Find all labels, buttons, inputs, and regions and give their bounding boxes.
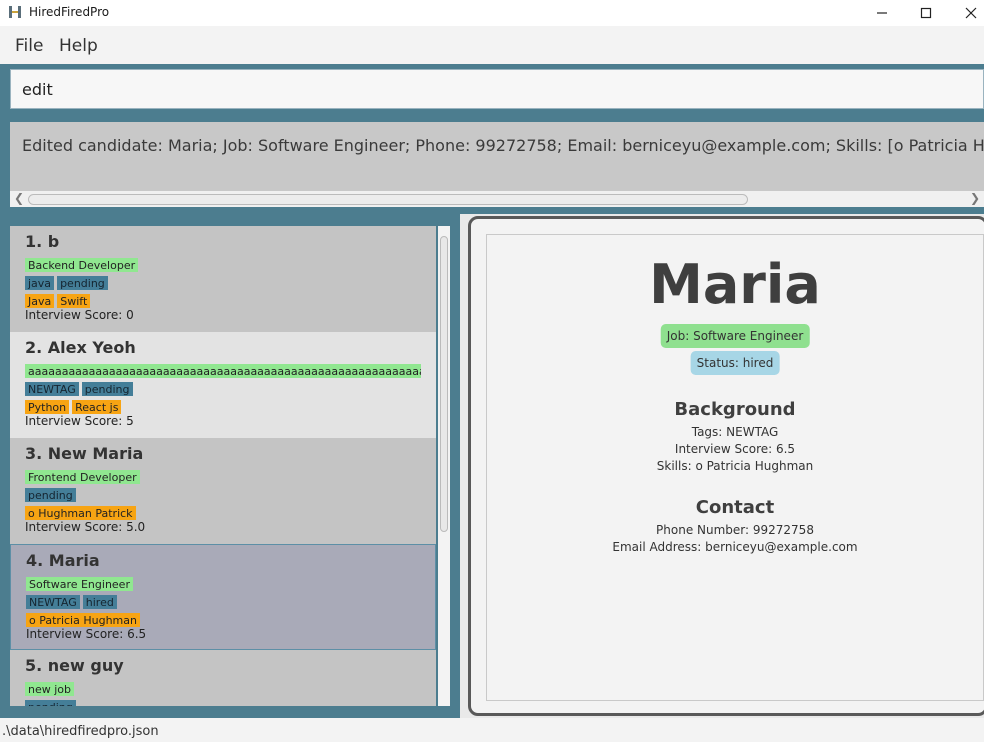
candidate-card-selected[interactable]: 4. Maria Software Engineer NEWTAG hired o… [10,544,436,650]
status-tag: hired [82,595,117,609]
detail-card: Maria Job: Software Engineer Status: hir… [486,234,984,701]
interview-score: Interview Score: 0 [25,308,134,322]
result-horizontal-scrollbar[interactable]: ❮ ❯ [10,191,984,207]
candidate-card[interactable]: 1. b Backend Developer java pending Java S… [10,226,436,332]
detail-tags: Tags: NEWTAG [691,425,779,439]
status-tag: java [25,276,55,290]
menu-help[interactable]: Help [59,36,98,56]
background-heading: Background [674,399,796,420]
skill-tag: Swift [57,294,91,308]
menu-file[interactable]: File [15,36,43,56]
menu-bar: File Help [0,26,984,64]
command-input-value: edit [22,80,53,99]
detail-score: Interview Score: 6.5 [674,442,796,456]
result-display: Edited candidate: Maria; Job: Software E… [10,122,984,207]
status-tag: pending [25,700,76,706]
status-tag: NEWTAG [25,382,79,396]
detail-job-badge: Job: Software Engineer [660,324,810,348]
status-tag: pending [57,276,108,290]
list-scroll-thumb[interactable] [440,236,448,532]
job-tag: Frontend Developer [25,470,140,484]
job-tag: Software Engineer [26,577,133,591]
skill-tag: Java [25,294,55,308]
candidate-card[interactable]: 2. Alex Yeoh aaaaaaaaaaaaaaaaaaaaaaaaaaa… [10,332,436,438]
app-logo-icon [9,6,21,18]
window-title: HiredFiredPro [29,5,110,19]
candidate-name: 4. Maria [26,551,100,570]
maximize-icon [920,7,932,19]
scroll-right-icon[interactable]: ❯ [970,191,980,205]
result-panel: Edited candidate: Maria; Job: Software E… [0,116,984,214]
title-bar: HiredFiredPro [0,0,984,26]
detail-email: Email Address: berniceyu@example.com [612,540,858,554]
skill-tag: o Patricia Hughman [26,613,140,627]
candidate-name: 3. New Maria [25,444,144,463]
list-vertical-scrollbar[interactable] [438,226,450,706]
detail-panel: Maria Job: Software Engineer Status: hir… [460,214,984,718]
job-tag: new job [25,682,75,696]
candidate-list[interactable]: 1. b Backend Developer java pending Java S… [10,226,436,706]
result-scroll-thumb[interactable] [28,194,748,205]
contact-heading: Contact [695,497,775,518]
skill-tag: React js [72,400,122,414]
skill-tag: o Hughman Patrick [25,506,136,520]
detail-status-badge: Status: hired [690,351,780,375]
command-panel: edit [0,64,984,116]
detail-phone: Phone Number: 99272758 [656,523,814,537]
detail-skills: Skills: o Patricia Hughman [656,459,814,473]
status-bar: .\data\hiredfiredpro.json [0,718,984,742]
minimize-icon [877,12,887,14]
interview-score: Interview Score: 6.5 [26,627,147,641]
status-tag: pending [81,382,133,396]
detail-card-frame: Maria Job: Software Engineer Status: hir… [468,216,984,716]
candidate-card[interactable]: 3. New Maria Frontend Developer pending … [10,438,436,544]
save-file-path: .\data\hiredfiredpro.json [2,724,159,739]
interview-score: Interview Score: 5 [25,414,134,428]
scroll-left-icon[interactable]: ❮ [14,191,24,205]
candidate-name: 5. new guy [25,656,124,675]
close-icon [965,7,977,19]
status-tag: NEWTAG [26,595,80,609]
command-input[interactable]: edit [10,69,984,109]
interview-score: Interview Score: 5.0 [25,520,146,534]
detail-name: Maria [649,253,821,316]
close-button[interactable] [948,0,984,26]
skill-tag: Python [25,400,70,414]
job-tag: aaaaaaaaaaaaaaaaaaaaaaaaaaaaaaaaaaaaaaaa… [25,364,421,378]
candidate-card[interactable]: 5. new guy new job pending [10,650,436,706]
minimize-button[interactable] [859,0,905,26]
job-tag: Backend Developer [25,258,139,272]
result-text: Edited candidate: Maria; Job: Software E… [22,136,984,155]
maximize-button[interactable] [903,0,949,26]
candidate-name: 1. b [25,232,60,251]
candidate-name: 2. Alex Yeoh [25,338,136,357]
candidate-list-panel: 1. b Backend Developer java pending Java S… [0,214,460,718]
status-tag: pending [25,488,76,502]
